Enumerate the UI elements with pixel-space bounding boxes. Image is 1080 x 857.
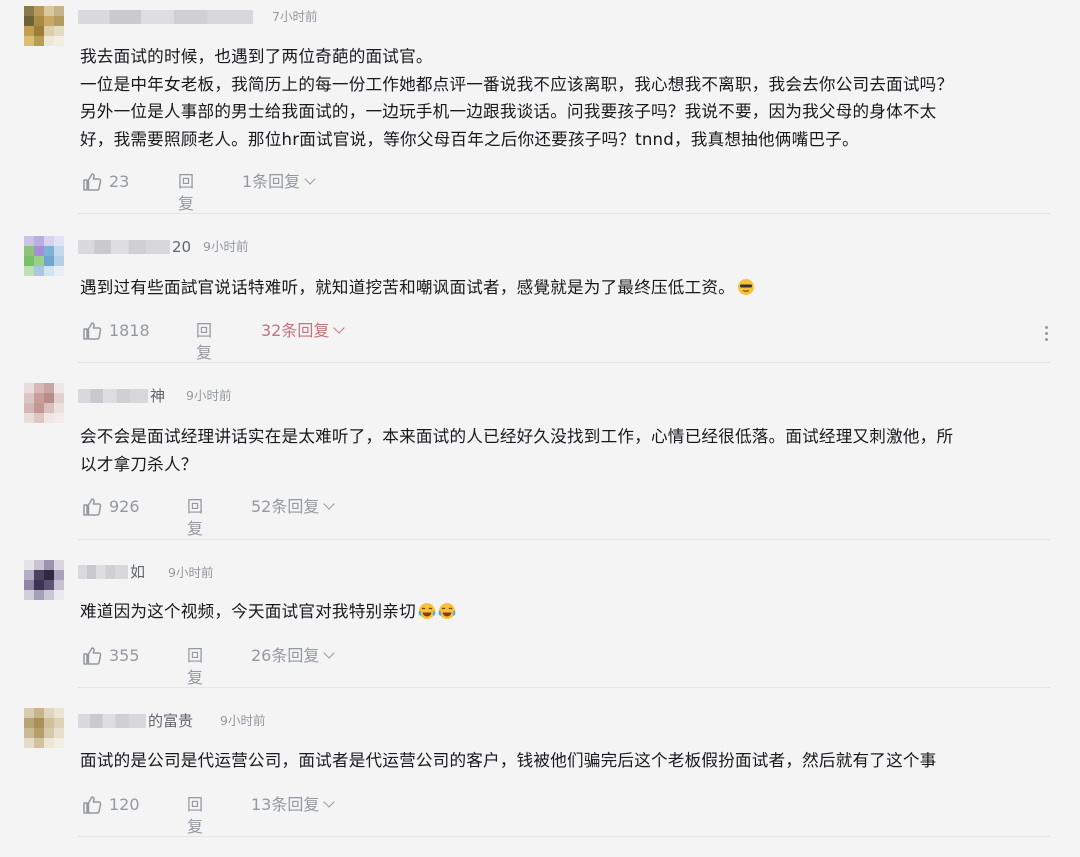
avatar[interactable] [24, 383, 64, 423]
chevron-down-icon [323, 796, 336, 808]
replies-count-label: 26条回复 [251, 646, 320, 665]
reply-button[interactable]: 回复 [187, 645, 203, 689]
replies-count-label: 13条回复 [251, 795, 320, 814]
more-options-icon[interactable] [1044, 326, 1050, 342]
like-count: 355 [109, 646, 140, 665]
divider [78, 213, 1050, 214]
divider [78, 362, 1050, 363]
username[interactable]: 20 [78, 238, 191, 256]
chevron-down-icon [323, 647, 336, 659]
username[interactable]: 如 [78, 563, 145, 581]
like-count: 120 [109, 795, 140, 814]
like-count: 23 [109, 172, 130, 191]
avatar[interactable] [24, 236, 64, 276]
divider [78, 836, 1050, 837]
comment-time: 9小时前 [186, 388, 232, 403]
thumbs-up-icon[interactable] [82, 497, 102, 517]
laugh-cry-emoji [438, 603, 456, 619]
username[interactable] [78, 8, 255, 26]
view-replies-button[interactable]: 13条回复 [251, 794, 336, 816]
comment-text: 会不会是面试经理讲话实在是太难听了，本来面试的人已经好久没找到工作，心情已经很低… [80, 427, 954, 474]
avatar[interactable] [24, 708, 64, 748]
replies-count-label: 52条回复 [251, 497, 320, 516]
cool-face-emoji [737, 279, 754, 295]
thumbs-up-icon[interactable] [82, 795, 102, 815]
chevron-down-icon [333, 322, 346, 334]
view-replies-button[interactable]: 32条回复 [261, 320, 346, 342]
divider [78, 539, 1050, 540]
view-replies-button[interactable]: 26条回复 [251, 645, 336, 667]
comment-time: 9小时前 [220, 713, 266, 728]
chevron-down-icon [304, 173, 316, 185]
comment-time: 9小时前 [168, 565, 214, 580]
view-replies-button[interactable]: 52条回复 [251, 496, 336, 518]
reply-button[interactable]: 回复 [178, 171, 194, 215]
replies-count-label: 32条回复 [261, 321, 330, 340]
reply-button[interactable]: 回复 [187, 794, 203, 838]
comment-time: 9小时前 [203, 239, 249, 254]
divider [78, 687, 1050, 688]
username[interactable]: 神 [78, 387, 165, 405]
comment-text: 面试的是公司是代运营公司，面试者是代运营公司的客户，钱被他们骗完后这个老板假扮面… [80, 751, 937, 770]
replies-count-label: 1条回复 [242, 172, 301, 191]
comment-time: 7小时前 [272, 9, 318, 24]
thumbs-up-icon[interactable] [82, 172, 102, 192]
thumbs-up-icon[interactable] [82, 321, 102, 341]
reply-button[interactable]: 回复 [196, 320, 212, 364]
comment-text: 遇到过有些面試官说话特难听，就知道挖苦和嘲讽面试者，感覺就是为了最终压低工资。 [80, 274, 1055, 302]
laugh-cry-emoji [418, 603, 436, 619]
like-count: 926 [109, 497, 140, 516]
comment-text: 我去面试的时候，也遇到了两位奇葩的面试官。 一位是中年女老板，我简历上的每一份工… [80, 47, 954, 149]
thumbs-up-icon[interactable] [82, 646, 102, 666]
avatar[interactable] [24, 6, 64, 46]
reply-button[interactable]: 回复 [187, 496, 203, 540]
comment-text: 难道因为这个视频，今天面试官对我特别亲切 [80, 598, 1055, 626]
username[interactable]: 的富贵 [78, 712, 193, 730]
view-replies-button[interactable]: 1条回复 [242, 171, 316, 193]
chevron-down-icon [323, 498, 336, 510]
like-count: 1818 [109, 321, 150, 340]
avatar[interactable] [24, 560, 64, 600]
